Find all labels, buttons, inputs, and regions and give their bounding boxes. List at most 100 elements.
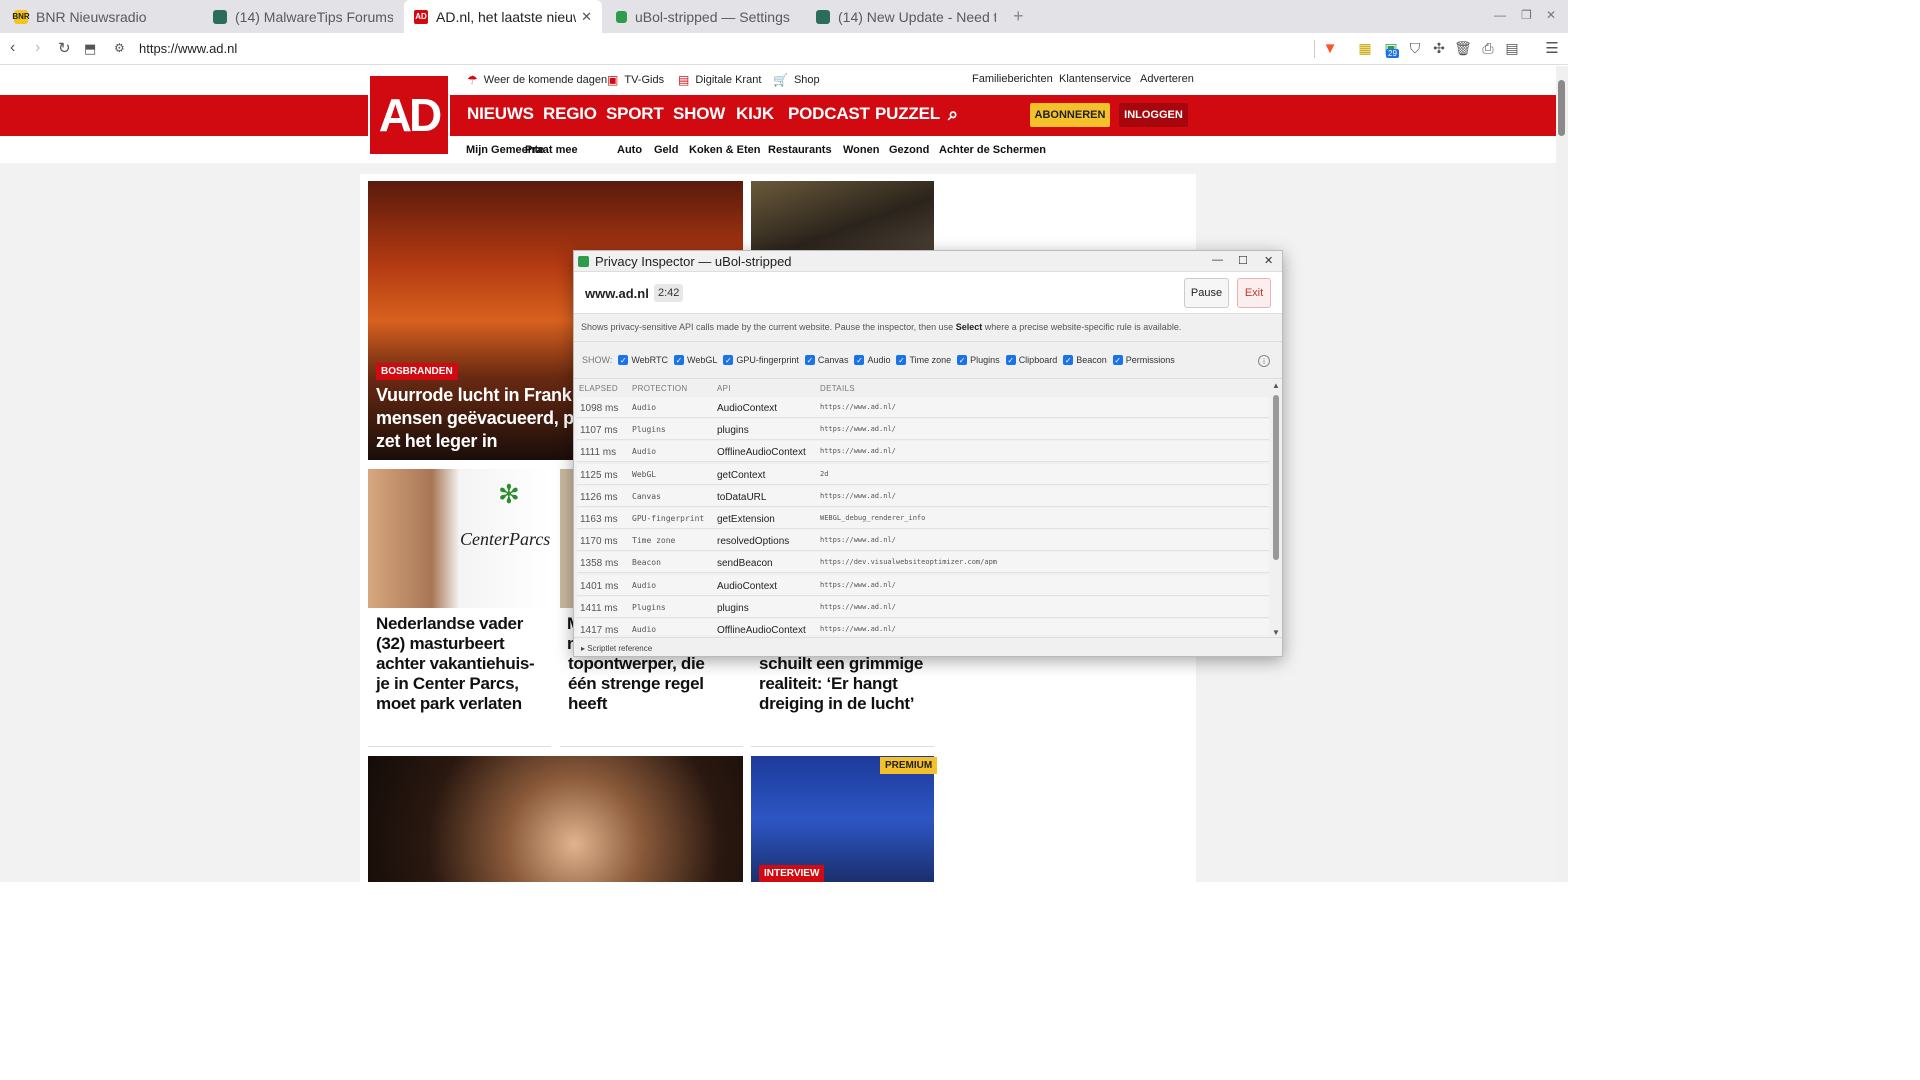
nav-puzzel[interactable]: PUZZEL xyxy=(875,104,940,124)
checkbox-checked-icon[interactable]: ✓ xyxy=(723,355,734,365)
save-icon[interactable]: ▤ xyxy=(1504,40,1520,56)
article-title-line[interactable]: realiteit: ‘Er hangt xyxy=(759,674,898,694)
extension-grid-icon[interactable]: ▦ xyxy=(1357,40,1373,56)
minimize-icon[interactable]: — xyxy=(1212,254,1223,266)
hero-title-line[interactable]: zet het leger in xyxy=(376,431,498,451)
checkbox-checked-icon[interactable]: ✓ xyxy=(618,355,629,365)
table-row[interactable]: 1358 ms Beacon sendBeacon https://dev.visua… xyxy=(577,552,1269,574)
filter-beacon[interactable]: ✓ Beacon xyxy=(1063,355,1107,365)
subnav-geld[interactable]: Geld xyxy=(654,144,678,156)
close-icon[interactable]: ✕ xyxy=(1264,254,1273,267)
table-row[interactable]: 1170 ms Time zone resolvedOptions https://w… xyxy=(577,530,1269,552)
subscribe-button[interactable]: ABONNEREN xyxy=(1030,103,1110,127)
table-row[interactable]: 1417 ms Audio OfflineAudioContext https://w… xyxy=(577,619,1269,635)
top-link-tv[interactable]: ▣ TV-Gids xyxy=(607,73,664,87)
scrollbar-thumb[interactable] xyxy=(1558,80,1565,136)
scroll-down-arrow-icon[interactable]: ▼ xyxy=(1272,628,1280,637)
pause-button[interactable]: Pause xyxy=(1184,278,1229,308)
checkbox-checked-icon[interactable]: ✓ xyxy=(957,355,968,365)
forward-icon[interactable]: › xyxy=(35,39,40,57)
subnav-restaurants[interactable]: Restaurants xyxy=(768,144,832,156)
subnav-praat-mee[interactable]: Praat mee xyxy=(525,144,578,156)
close-tab-icon[interactable]: ✕ xyxy=(581,9,592,25)
maximize-icon[interactable]: ☐ xyxy=(1238,254,1248,267)
ubol-shield-icon[interactable]: ⛉ xyxy=(1407,40,1423,56)
subnav-wonen[interactable]: Wonen xyxy=(843,144,879,156)
subnav-koken-eten[interactable]: Koken & Eten xyxy=(689,144,761,156)
search-icon[interactable]: ⌕ xyxy=(948,104,958,125)
exit-button[interactable]: Exit xyxy=(1237,278,1271,308)
maximize-window-icon[interactable]: ❐ xyxy=(1521,8,1532,22)
nav-kijk[interactable]: KIJK xyxy=(736,104,774,124)
table-scrollbar[interactable]: ▲ ▼ xyxy=(1272,381,1281,637)
filter-permissions[interactable]: ✓ Permissions xyxy=(1112,355,1175,365)
top-link-shop[interactable]: 🛒 Shop xyxy=(773,73,820,87)
filter-plugins[interactable]: ✓ Plugins xyxy=(957,355,1000,365)
checkbox-checked-icon[interactable]: ✓ xyxy=(854,355,865,365)
filter-audio[interactable]: ✓ Audio xyxy=(854,355,890,365)
article-title-line[interactable]: dreiging in de lucht’ xyxy=(759,694,915,714)
subnav-achter-de-schermen[interactable]: Achter de Schermen xyxy=(939,144,1046,156)
column-header[interactable]: PROTECTION xyxy=(632,384,687,393)
filter-webrtc[interactable]: ✓ WebRTC xyxy=(618,355,668,365)
print-icon[interactable]: ⎙ xyxy=(1480,40,1496,56)
bookmark-icon[interactable]: ⬒ xyxy=(84,41,96,57)
menu-icon[interactable]: ☰ xyxy=(1544,40,1560,57)
tab-ubol-settings[interactable]: uBol-stripped — Settings xyxy=(606,0,806,33)
brave-shields-icon[interactable]: ▼ xyxy=(1322,40,1338,57)
minimize-window-icon[interactable]: — xyxy=(1494,8,1506,22)
top-link-weather[interactable]: ☂ Weer de komende dagen xyxy=(467,73,607,87)
filter-clipboard[interactable]: ✓ Clipboard xyxy=(1005,355,1057,365)
subnav-auto[interactable]: Auto xyxy=(617,144,642,156)
column-header[interactable]: API xyxy=(717,384,731,393)
table-row[interactable]: 1107 ms Plugins plugins https://www.ad.nl/ xyxy=(577,419,1269,441)
column-header[interactable]: ELAPSED xyxy=(579,384,618,393)
info-icon[interactable]: i xyxy=(1258,355,1270,367)
new-tab-button[interactable]: + xyxy=(1013,6,1024,27)
reload-icon[interactable]: ↻ xyxy=(58,39,71,57)
article-image-football[interactable] xyxy=(751,756,934,882)
article-image-partial[interactable] xyxy=(560,469,574,608)
filter-canvas[interactable]: ✓ Canvas xyxy=(804,355,848,365)
url-input[interactable]: https://www.ad.nl xyxy=(139,41,237,56)
checkbox-checked-icon[interactable]: ✓ xyxy=(896,355,907,365)
ad-logo[interactable]: AD xyxy=(368,74,450,156)
link-klantenservice[interactable]: Klantenservice xyxy=(1059,73,1131,85)
scriptlet-reference-toggle[interactable]: ▸ Scriptlet reference xyxy=(574,637,1282,656)
table-row[interactable]: 1111 ms Audio OfflineAudioContext https://w… xyxy=(577,441,1269,463)
tab-ad-active[interactable]: AD AD.nl, het laatste nieuw ✕ xyxy=(404,0,602,33)
tab-malwaretips[interactable]: (14) MalwareTips Forums xyxy=(203,0,403,33)
link-familieberichten[interactable]: Familieberichten xyxy=(972,73,1053,85)
subnav-gezond[interactable]: Gezond xyxy=(889,144,929,156)
table-row[interactable]: 1098 ms Audio AudioContext https://www.ad.n… xyxy=(577,397,1269,418)
table-row[interactable]: 1401 ms Audio AudioContext https://www.ad.n… xyxy=(577,574,1269,596)
top-link-krant[interactable]: ▤ Digitale Krant xyxy=(678,73,761,87)
page-scrollbar[interactable] xyxy=(1556,66,1568,882)
column-header[interactable]: DETAILS xyxy=(820,384,855,393)
nav-show[interactable]: SHOW xyxy=(673,104,725,124)
article-image-center-parcs[interactable]: CenterParcs ✻ xyxy=(368,469,551,608)
nav-podcast[interactable]: PODCAST xyxy=(788,104,870,124)
table-row[interactable]: 1411 ms Plugins plugins https://www.ad.nl/ xyxy=(577,596,1269,618)
tab-new-update[interactable]: (14) New Update - Need tes xyxy=(806,0,1006,33)
article-title-line[interactable]: één strenge regel xyxy=(568,674,704,694)
article-image-garage[interactable] xyxy=(751,181,934,251)
table-row[interactable]: 1125 ms WebGL getContext 2d xyxy=(577,463,1269,485)
close-window-icon[interactable]: ✕ xyxy=(1546,8,1556,22)
scroll-up-arrow-icon[interactable]: ▲ xyxy=(1272,381,1280,390)
checkbox-checked-icon[interactable]: ✓ xyxy=(1005,355,1016,365)
checkbox-checked-icon[interactable]: ✓ xyxy=(1063,355,1074,365)
hero-title-line[interactable]: Vuurrode lucht in Frank xyxy=(376,385,572,405)
login-button[interactable]: INLOGGEN xyxy=(1119,103,1188,127)
nav-nieuws[interactable]: NIEUWS xyxy=(467,104,534,124)
filter-webgl[interactable]: ✓ WebGL xyxy=(674,355,717,365)
tab-bnr[interactable]: BNR BNR Nieuwsradio xyxy=(4,0,204,33)
extensions-puzzle-icon[interactable]: ✣ xyxy=(1431,40,1447,56)
nav-regio[interactable]: REGIO xyxy=(543,104,597,124)
article-title-line[interactable]: heeft xyxy=(568,694,607,714)
nav-sport[interactable]: SPORT xyxy=(606,104,664,124)
checkbox-checked-icon[interactable]: ✓ xyxy=(1112,355,1123,365)
link-adverteren[interactable]: Adverteren xyxy=(1140,73,1194,85)
site-info-icon[interactable]: ⚙ xyxy=(114,41,125,55)
article-title-line[interactable]: topontwerper, die xyxy=(568,654,705,674)
